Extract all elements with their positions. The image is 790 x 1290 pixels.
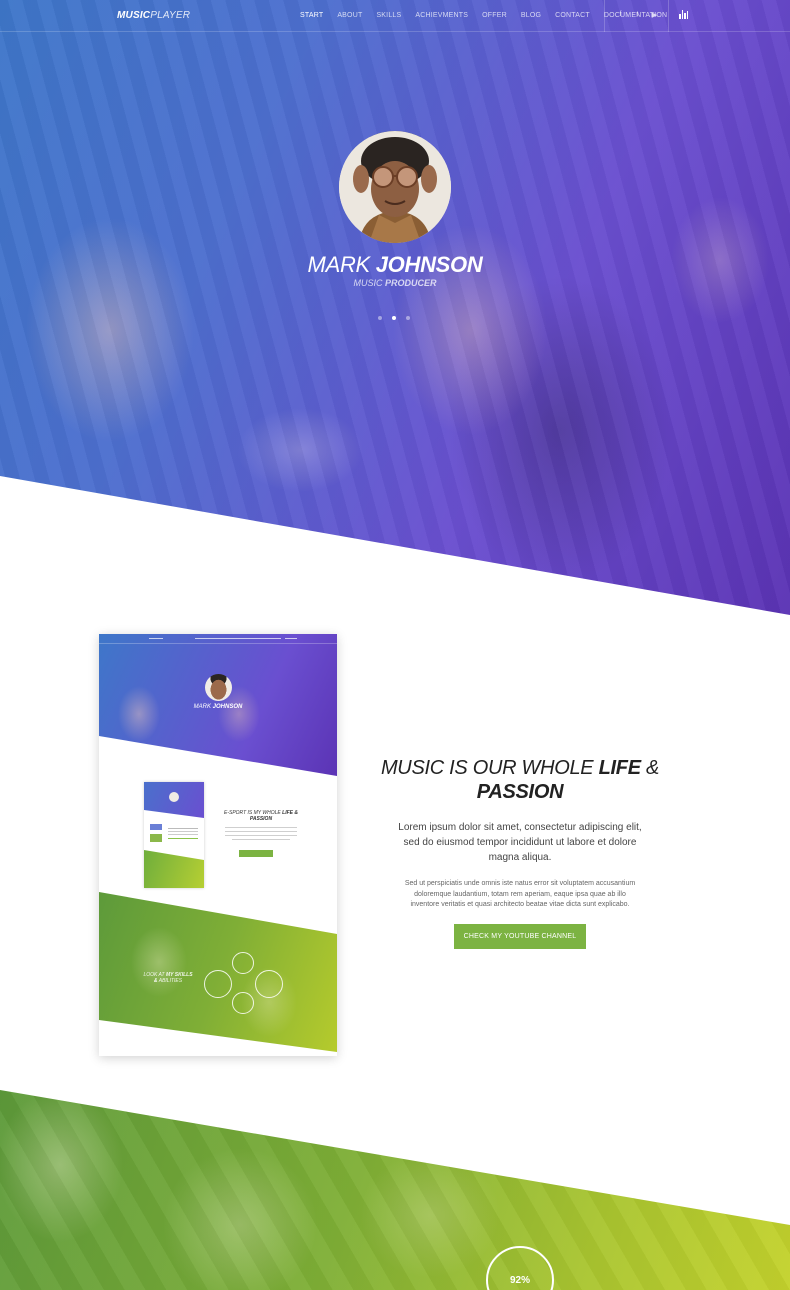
mockup-skill-circle — [232, 952, 254, 974]
mockup-hero: MARK JOHNSON — [99, 634, 337, 776]
avatar — [339, 131, 451, 243]
mockup-skills-text: LOOK AT MY SKILLS & ABILITIES — [143, 972, 193, 984]
youtube-icon[interactable]: ▶ — [651, 11, 658, 19]
nav-divider — [604, 0, 605, 32]
logo-thin-text: PLAYER — [150, 10, 191, 21]
about-title-bold-2: PASSION — [476, 781, 564, 803]
logo[interactable]: MUSICPLAYER — [117, 10, 190, 21]
hero-role: MUSIC PRODUCER — [0, 278, 790, 288]
skills-section-background — [0, 1090, 790, 1290]
hero-role-light: MUSIC — [353, 278, 383, 288]
slider-dot[interactable] — [378, 316, 382, 320]
mockup-thumbnail — [144, 782, 204, 888]
avatar-portrait — [339, 131, 451, 243]
nav-divider — [668, 0, 669, 32]
hero-first-name: MARK — [307, 252, 371, 277]
mockup-name: MARK JOHNSON — [99, 704, 337, 710]
youtube-channel-button[interactable]: CHECK MY YOUTUBE CHANNEL — [454, 924, 586, 949]
nav-item-blog[interactable]: BLOG — [521, 12, 541, 19]
slider-dot-active[interactable] — [392, 316, 396, 320]
nav-item-about[interactable]: ABOUT — [337, 12, 362, 19]
hero-name: MARK JOHNSON — [0, 252, 790, 278]
mockup-text-lines — [225, 827, 297, 843]
mockup-skill-circle — [204, 970, 232, 998]
about-title-bold-1: LIFE — [598, 757, 641, 779]
hero-role-bold: PRODUCER — [385, 278, 437, 288]
site-mockup-image: MARK JOHNSON E-SPORT IS MY WHOLE LIFE & … — [99, 634, 337, 1056]
mockup-navbar — [99, 634, 337, 644]
mockup-avatar — [205, 674, 232, 701]
about-title-amp: & — [646, 757, 660, 779]
skill-progress-value: 92% — [509, 1275, 530, 1286]
mockup-skills-tail: ABILITIES — [158, 978, 183, 984]
twitter-icon[interactable]: t — [634, 11, 641, 19]
mockup-skill-circle — [232, 992, 254, 1014]
hero-background — [0, 0, 790, 615]
about-title-light: MUSIC IS OUR WHOLE — [380, 757, 594, 779]
nav-item-achievments[interactable]: ACHIEVMENTS — [415, 12, 468, 19]
nav-item-offer[interactable]: OFFER — [482, 12, 507, 19]
nav-item-contact[interactable]: CONTACT — [555, 12, 590, 19]
slider-dots — [378, 316, 410, 320]
hero-last-name: JOHNSON — [375, 252, 483, 277]
nav-item-start[interactable]: START — [300, 12, 323, 19]
facebook-icon[interactable]: f — [617, 11, 624, 19]
mockup-name-light: MARK — [193, 704, 211, 710]
mockup-about-title: E-SPORT IS MY WHOLE LIFE & PASSION — [221, 810, 301, 822]
nav-item-skills[interactable]: SKILLS — [376, 12, 401, 19]
about-title: MUSIC IS OUR WHOLE LIFE & PASSION — [380, 756, 660, 804]
about-body-text: Sed ut perspiciatis unde omnis iste natu… — [404, 880, 636, 908]
equalizer-icon[interactable] — [679, 9, 688, 19]
about-lead-text: Lorem ipsum dolor sit amet, consectetur … — [398, 822, 642, 863]
mockup-skill-circle — [255, 970, 283, 998]
logo-bold-text: MUSIC — [117, 10, 151, 21]
social-links: f t ▶ — [617, 11, 658, 19]
slider-dot[interactable] — [406, 316, 410, 320]
top-navbar: MUSICPLAYER START ABOUT SKILLS ACHIEVMEN… — [0, 0, 790, 32]
mockup-button — [239, 850, 273, 857]
mockup-name-bold: JOHNSON — [212, 704, 243, 710]
